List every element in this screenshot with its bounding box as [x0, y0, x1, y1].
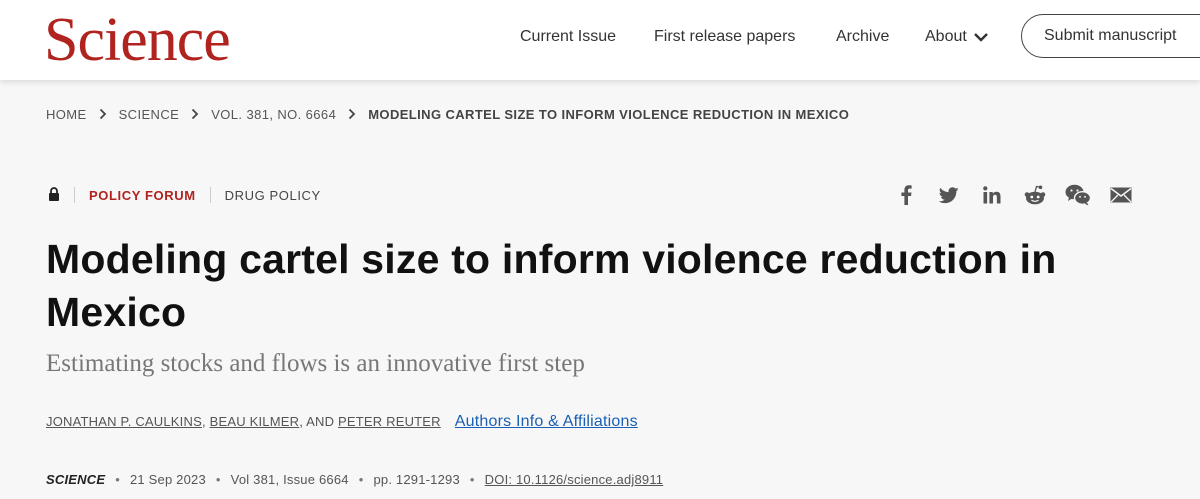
doi-link[interactable]: DOI: 10.1126/science.adj8911 — [485, 472, 664, 487]
breadcrumb-home[interactable]: HOME — [46, 107, 87, 122]
author-link[interactable]: BEAU KILMER — [210, 414, 300, 429]
submit-manuscript-button[interactable]: Submit manuscript — [1021, 14, 1200, 58]
breadcrumb-science[interactable]: SCIENCE — [119, 107, 180, 122]
page-range: pp. 1291-1293 — [373, 472, 460, 487]
separator-dot: • — [115, 472, 120, 487]
chevron-down-icon — [973, 33, 988, 42]
author-list: JONATHAN P. CAULKINS , BEAU KILMER , AND… — [46, 413, 638, 431]
chevron-right-icon — [348, 108, 356, 120]
nav-archive[interactable]: Archive — [836, 26, 889, 48]
volume-issue: Vol 381, Issue 6664 — [230, 472, 349, 487]
science-logo[interactable]: Science — [44, 4, 231, 76]
section-label[interactable]: POLICY FORUM — [89, 188, 196, 203]
breadcrumb: HOME SCIENCE VOL. 381, NO. 6664 MODELING… — [46, 105, 849, 123]
share-bar — [884, 182, 1142, 208]
breadcrumb-volume[interactable]: VOL. 381, NO. 6664 — [211, 107, 336, 122]
lock-icon — [48, 186, 60, 204]
facebook-icon[interactable] — [884, 182, 927, 208]
reddit-icon[interactable] — [1013, 182, 1056, 208]
chevron-right-icon — [191, 108, 199, 120]
nav-first-release-papers[interactable]: First release papers — [654, 26, 795, 48]
chevron-right-icon — [99, 108, 107, 120]
divider — [209, 187, 211, 203]
subject-label[interactable]: DRUG POLICY — [225, 188, 321, 203]
publication-date: 21 Sep 2023 — [129, 472, 206, 487]
separator-dot: • — [358, 472, 364, 487]
nav-current-issue[interactable]: Current Issue — [520, 26, 616, 48]
breadcrumb-article: MODELING CARTEL SIZE TO INFORM VIOLENCE … — [368, 106, 850, 122]
separator-dot: • — [469, 472, 475, 487]
authors-info-link[interactable]: Authors Info & Affiliations — [455, 413, 638, 431]
email-icon[interactable] — [1099, 182, 1142, 208]
author-link[interactable]: JONATHAN P. CAULKINS — [46, 414, 202, 429]
linkedin-icon[interactable] — [970, 182, 1013, 208]
article-meta-row: POLICY FORUM DRUG POLICY — [48, 186, 321, 204]
twitter-icon[interactable] — [927, 182, 970, 208]
article-title: Modeling cartel size to inform violence … — [46, 236, 1057, 335]
author-separator: , — [201, 414, 210, 429]
publication-info: SCIENCE • 21 Sep 2023 • Vol 381, Issue 6… — [46, 472, 663, 487]
top-navigation-bar: Science Current Issue First release pape… — [0, 0, 1200, 80]
separator-dot: • — [215, 472, 221, 487]
nav-about[interactable]: About — [925, 26, 989, 48]
divider — [74, 187, 75, 203]
author-separator: , AND — [299, 414, 338, 429]
wechat-icon[interactable] — [1056, 182, 1099, 208]
nav-about-label: About — [925, 28, 967, 45]
journal-name: SCIENCE — [46, 472, 106, 487]
article-subtitle: Estimating stocks and flows is an innova… — [46, 350, 585, 377]
author-link[interactable]: PETER REUTER — [338, 414, 441, 429]
